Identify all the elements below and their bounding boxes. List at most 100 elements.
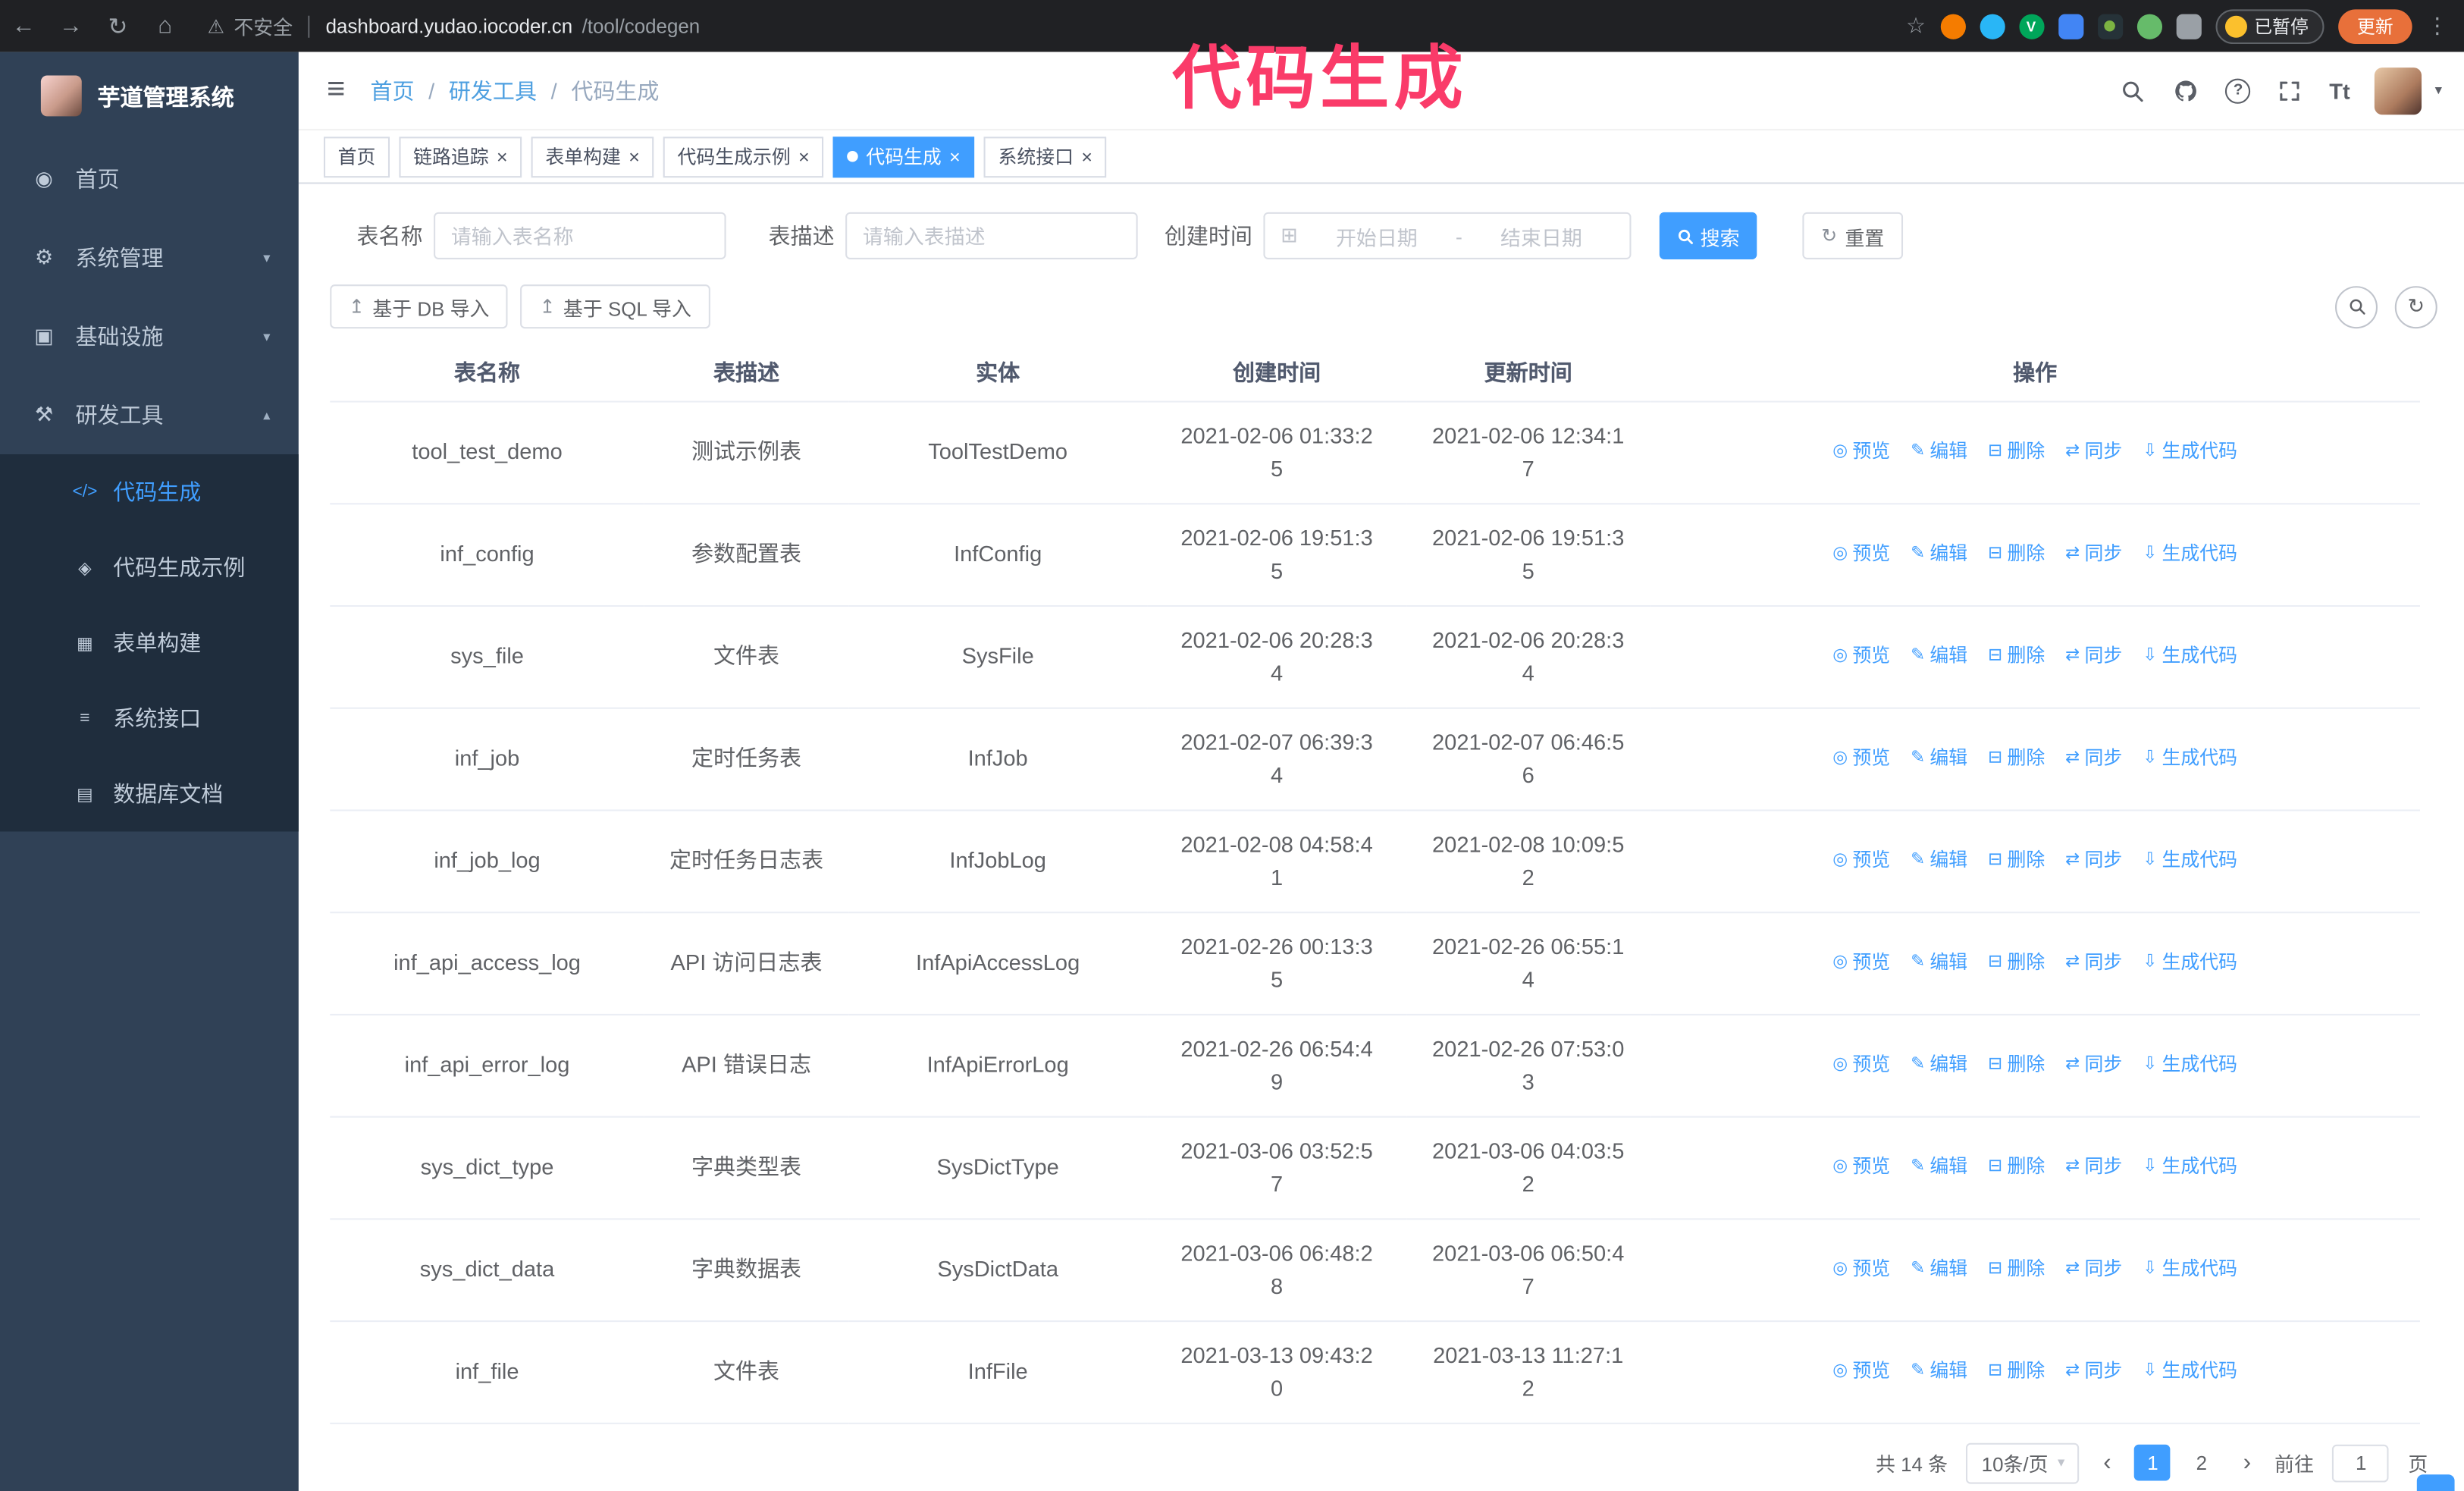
action-delete-link[interactable]: ⊟ 删除 xyxy=(1988,1355,2045,1389)
goto-page-input[interactable] xyxy=(2332,1443,2390,1482)
action-preview-link[interactable]: ◎ 预览 xyxy=(1832,1355,1890,1389)
extension-icon-dark[interactable] xyxy=(2097,13,2123,39)
prev-page-button[interactable]: ‹ xyxy=(2099,1449,2116,1476)
action-edit-link[interactable]: ✎ 编辑 xyxy=(1911,640,1967,673)
action-sync-link[interactable]: ⇄ 同步 xyxy=(2065,1355,2122,1389)
action-delete-link[interactable]: ⊟ 删除 xyxy=(1988,538,2045,571)
action-sync-link[interactable]: ⇄ 同步 xyxy=(2065,435,2122,469)
search-icon[interactable] xyxy=(2119,77,2147,105)
page-size-select[interactable]: 10条/页 ▾ xyxy=(1966,1442,2080,1483)
view-tab[interactable]: 首页 xyxy=(323,136,390,177)
browser-update-button[interactable]: 更新 xyxy=(2338,8,2412,43)
breadcrumb-item[interactable]: 首页 xyxy=(370,74,414,105)
sidebar-subitem-db-doc[interactable]: ▤ 数据库文档 xyxy=(0,756,299,831)
extension-icon-leaf[interactable] xyxy=(2136,13,2161,39)
action-preview-link[interactable]: ◎ 预览 xyxy=(1832,1150,1890,1184)
action-delete-link[interactable]: ⊟ 删除 xyxy=(1988,946,2045,980)
sidebar-item-devtools[interactable]: ⚒ 研发工具 ▴ xyxy=(0,375,299,454)
action-generate-link[interactable]: ⇩ 生成代码 xyxy=(2143,1150,2237,1184)
action-edit-link[interactable]: ✎ 编辑 xyxy=(1911,1355,1967,1389)
refresh-table-button[interactable]: ↻ xyxy=(2394,285,2437,328)
extension-icon-drop[interactable] xyxy=(1979,13,2005,39)
page-number-button[interactable]: 1 xyxy=(2134,1444,2171,1481)
sidebar-item-system[interactable]: ⚙ 系统管理 ▾ xyxy=(0,218,299,297)
action-generate-link[interactable]: ⇩ 生成代码 xyxy=(2143,435,2237,469)
action-delete-link[interactable]: ⊟ 删除 xyxy=(1988,742,2045,775)
extension-icon-people[interactable] xyxy=(2058,13,2083,39)
address-bar[interactable]: ⚠ 不安全 dashboard.yudao.iocoder.cn/tool/co… xyxy=(208,11,701,41)
action-generate-link[interactable]: ⇩ 生成代码 xyxy=(2143,1048,2237,1081)
sidebar-subitem-codegen-demo[interactable]: ◈ 代码生成示例 xyxy=(0,529,299,604)
action-sync-link[interactable]: ⇄ 同步 xyxy=(2065,946,2122,980)
github-icon[interactable] xyxy=(2172,77,2200,105)
close-tab-icon[interactable]: × xyxy=(629,147,640,166)
sidebar-subitem-api[interactable]: ≡ 系统接口 xyxy=(0,680,299,755)
close-tab-icon[interactable]: × xyxy=(1081,147,1092,166)
sidebar-item-home[interactable]: ◉ 首页 xyxy=(0,140,299,218)
action-sync-link[interactable]: ⇄ 同步 xyxy=(2065,1150,2122,1184)
import-db-button[interactable]: ↥ 基于 DB 导入 xyxy=(330,284,509,329)
action-delete-link[interactable]: ⊟ 删除 xyxy=(1988,844,2045,877)
home-icon[interactable]: ⌂ xyxy=(142,13,189,39)
action-edit-link[interactable]: ✎ 编辑 xyxy=(1911,742,1967,775)
date-range-picker[interactable]: ⊞ 开始日期 - 结束日期 xyxy=(1263,212,1632,259)
action-edit-link[interactable]: ✎ 编辑 xyxy=(1911,946,1967,980)
table-desc-input[interactable] xyxy=(845,212,1138,259)
breadcrumb-item[interactable]: 研发工具 xyxy=(449,74,537,105)
hamburger-icon[interactable]: ≡ xyxy=(327,72,345,108)
action-generate-link[interactable]: ⇩ 生成代码 xyxy=(2143,538,2237,571)
action-delete-link[interactable]: ⊟ 删除 xyxy=(1988,1253,2045,1286)
sidebar-item-infra[interactable]: ▣ 基础设施 ▾ xyxy=(0,297,299,376)
action-generate-link[interactable]: ⇩ 生成代码 xyxy=(2143,946,2237,980)
toggle-search-button[interactable] xyxy=(2335,285,2378,328)
action-delete-link[interactable]: ⊟ 删除 xyxy=(1988,640,2045,673)
forward-icon[interactable]: → xyxy=(47,13,94,39)
action-generate-link[interactable]: ⇩ 生成代码 xyxy=(2143,1355,2237,1389)
action-preview-link[interactable]: ◎ 预览 xyxy=(1832,946,1890,980)
sidebar-subitem-codegen[interactable]: </> 代码生成 xyxy=(0,454,299,529)
action-preview-link[interactable]: ◎ 预览 xyxy=(1832,742,1890,775)
action-preview-link[interactable]: ◎ 预览 xyxy=(1832,435,1890,469)
action-sync-link[interactable]: ⇄ 同步 xyxy=(2065,1253,2122,1286)
action-sync-link[interactable]: ⇄ 同步 xyxy=(2065,742,2122,775)
extension-icon-v[interactable]: V xyxy=(2018,13,2044,39)
action-delete-link[interactable]: ⊟ 删除 xyxy=(1988,435,2045,469)
close-tab-icon[interactable]: × xyxy=(949,147,961,166)
action-edit-link[interactable]: ✎ 编辑 xyxy=(1911,1253,1967,1286)
back-icon[interactable]: ← xyxy=(0,13,47,39)
help-icon[interactable]: ? xyxy=(2225,77,2251,103)
action-sync-link[interactable]: ⇄ 同步 xyxy=(2065,640,2122,673)
action-preview-link[interactable]: ◎ 预览 xyxy=(1832,1253,1890,1286)
fullscreen-icon[interactable] xyxy=(2276,77,2304,105)
action-preview-link[interactable]: ◎ 预览 xyxy=(1832,538,1890,571)
page-number-button[interactable]: 2 xyxy=(2183,1445,2220,1481)
action-delete-link[interactable]: ⊟ 删除 xyxy=(1988,1048,2045,1081)
action-generate-link[interactable]: ⇩ 生成代码 xyxy=(2143,640,2237,673)
action-generate-link[interactable]: ⇩ 生成代码 xyxy=(2143,844,2237,877)
sidebar-subitem-form-builder[interactable]: ▦ 表单构建 xyxy=(0,605,299,680)
paused-badge[interactable]: 已暂停 xyxy=(2215,8,2324,43)
action-generate-link[interactable]: ⇩ 生成代码 xyxy=(2143,1253,2237,1286)
action-edit-link[interactable]: ✎ 编辑 xyxy=(1911,435,1967,469)
close-tab-icon[interactable]: × xyxy=(798,147,810,166)
action-generate-link[interactable]: ⇩ 生成代码 xyxy=(2143,742,2237,775)
bookmark-star-icon[interactable]: ☆ xyxy=(1906,13,1926,39)
action-edit-link[interactable]: ✎ 编辑 xyxy=(1911,1150,1967,1184)
import-sql-button[interactable]: ↥ 基于 SQL 导入 xyxy=(520,284,710,329)
action-preview-link[interactable]: ◎ 预览 xyxy=(1832,844,1890,877)
action-edit-link[interactable]: ✎ 编辑 xyxy=(1911,844,1967,877)
action-sync-link[interactable]: ⇄ 同步 xyxy=(2065,844,2122,877)
view-tab[interactable]: 系统接口 × xyxy=(983,136,1107,177)
close-tab-icon[interactable]: × xyxy=(497,147,508,166)
reset-button[interactable]: ↻ 重置 xyxy=(1802,212,1904,259)
table-name-input[interactable] xyxy=(434,212,726,259)
view-tab[interactable]: 代码生成 × xyxy=(832,136,975,177)
action-edit-link[interactable]: ✎ 编辑 xyxy=(1911,538,1967,571)
reload-icon[interactable]: ↻ xyxy=(94,12,141,40)
action-sync-link[interactable]: ⇄ 同步 xyxy=(2065,1048,2122,1081)
next-page-button[interactable]: › xyxy=(2238,1449,2256,1476)
back-to-top-button[interactable] xyxy=(2416,1474,2455,1491)
action-preview-link[interactable]: ◎ 预览 xyxy=(1832,1048,1890,1081)
action-sync-link[interactable]: ⇄ 同步 xyxy=(2065,538,2122,571)
search-button[interactable]: 搜索 xyxy=(1659,212,1757,259)
